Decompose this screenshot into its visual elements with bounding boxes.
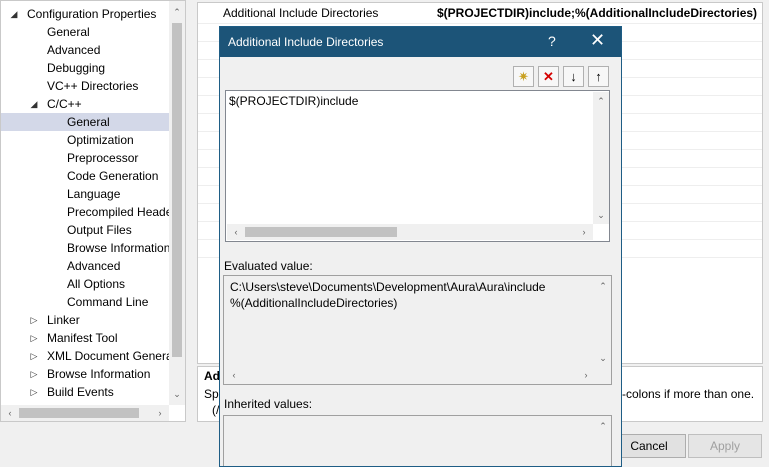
tree-item-label: Output Files <box>67 223 132 237</box>
inherited-values-label: Inherited values: <box>224 397 313 411</box>
scroll-left-icon[interactable]: ‹ <box>227 368 241 382</box>
tree-item[interactable]: Browse Information <box>1 239 171 257</box>
tree-item[interactable]: Advanced <box>1 257 169 275</box>
move-down-icon[interactable]: ↓ <box>563 66 584 87</box>
new-line-icon[interactable]: ✷ <box>513 66 534 87</box>
evaluated-line: %(AdditionalIncludeDirectories) <box>230 296 398 310</box>
scroll-up-icon[interactable]: ⌃ <box>170 5 184 19</box>
scroll-down-icon[interactable]: ⌄ <box>170 387 184 401</box>
cancel-button[interactable]: Cancel <box>612 434 686 458</box>
include-directories-editor[interactable]: $(PROJECTDIR)include ⌃ ⌄ ‹ › <box>225 90 610 242</box>
scroll-up-icon[interactable]: ⌃ <box>596 279 610 293</box>
tree-item-label: Precompiled Heade <box>67 205 173 219</box>
tree-item-label: Manifest Tool <box>47 331 118 345</box>
expand-arrow-icon[interactable]: ▷ <box>29 365 39 383</box>
tree-item[interactable]: General <box>1 23 169 41</box>
evaluated-horizontal-scrollbar[interactable]: ‹ › <box>225 367 595 383</box>
close-icon[interactable]: ✕ <box>590 30 605 51</box>
tree-item-label: Preprocessor <box>67 151 139 165</box>
tree-item[interactable]: ▷ Browse Information <box>1 365 169 383</box>
property-row[interactable]: Additional Include Directories $(PROJECT… <box>198 5 762 24</box>
tree-item-label: Build Events <box>47 385 114 399</box>
evaluated-value-label: Evaluated value: <box>224 259 313 273</box>
tree-vertical-scrollbar[interactable]: ⌃ ⌄ <box>169 1 185 405</box>
tree-item[interactable]: ▷ Manifest Tool <box>1 329 169 347</box>
inherited-values-box: ⌃ <box>223 415 612 466</box>
scroll-up-icon[interactable]: ⌃ <box>596 419 610 433</box>
tree-item[interactable]: Optimization <box>1 131 169 149</box>
dialog-title: Additional Include Directories <box>228 35 384 49</box>
tree-item[interactable]: ▷ XML Document Genera <box>1 347 173 365</box>
scroll-thumb[interactable] <box>172 23 182 357</box>
tree-item-label: General <box>47 25 90 39</box>
tree-item[interactable]: ◢ C/C++ <box>1 95 169 113</box>
evaluated-value-box: C:\Users\steve\Documents\Development\Aur… <box>223 275 612 385</box>
tree-horizontal-scrollbar[interactable]: ‹ › <box>1 405 169 421</box>
tree-item[interactable]: Language <box>1 185 169 203</box>
tree-item[interactable]: ▷ Linker <box>1 311 169 329</box>
tree-item[interactable]: VC++ Directories <box>1 77 169 95</box>
scroll-down-icon[interactable]: ⌄ <box>596 351 610 365</box>
tree-item-label: Optimization <box>67 133 134 147</box>
scroll-left-icon[interactable]: ‹ <box>229 225 243 239</box>
tree-item[interactable]: General <box>1 113 169 131</box>
tree-item[interactable]: All Options <box>1 275 169 293</box>
tree-item-label: Advanced <box>47 43 101 57</box>
tree-item-label: Language <box>67 187 121 201</box>
scroll-thumb[interactable] <box>19 408 139 418</box>
help-button[interactable]: ? <box>548 33 556 49</box>
tree-item[interactable]: Command Line <box>1 293 169 311</box>
tree-item[interactable]: Debugging <box>1 59 169 77</box>
scroll-right-icon[interactable]: › <box>579 368 593 382</box>
scroll-right-icon[interactable]: › <box>577 225 591 239</box>
dialog-title-bar[interactable]: Additional Include Directories ? ✕ <box>220 27 621 57</box>
expand-arrow-icon[interactable]: ▷ <box>29 329 39 347</box>
inherited-vertical-scrollbar[interactable]: ⌃ <box>595 417 611 466</box>
scroll-left-icon[interactable]: ‹ <box>3 406 17 420</box>
evaluated-vertical-scrollbar[interactable]: ⌃ ⌄ <box>595 277 611 367</box>
scroll-up-icon[interactable]: ⌃ <box>594 94 608 108</box>
additional-include-directories-dialog: Additional Include Directories ? ✕ ✷ ✕ ↓… <box>219 26 622 467</box>
editor-text[interactable]: $(PROJECTDIR)include <box>229 94 358 108</box>
tree-item-label: Browse Information <box>67 241 171 255</box>
collapse-arrow-icon[interactable]: ◢ <box>9 5 19 23</box>
tree-item[interactable]: Advanced <box>1 41 169 59</box>
tree-item-label: All Options <box>67 277 126 291</box>
property-tree[interactable]: ◢ Configuration Properties General Advanced… <box>0 0 186 422</box>
tree-item-label: VC++ Directories <box>47 79 139 93</box>
expand-arrow-icon[interactable]: ▷ <box>29 311 39 329</box>
tree-item-label: Advanced <box>67 259 121 273</box>
tree-item-label: General <box>67 115 110 129</box>
expand-arrow-icon[interactable]: ▷ <box>29 383 39 401</box>
evaluated-line: C:\Users\steve\Documents\Development\Aur… <box>230 280 546 294</box>
editor-horizontal-scrollbar[interactable]: ‹ › <box>227 224 593 240</box>
tree-item[interactable]: Output Files <box>1 221 169 239</box>
expand-arrow-icon[interactable]: ▷ <box>29 347 39 365</box>
move-up-icon[interactable]: ↑ <box>588 66 609 87</box>
scroll-right-icon[interactable]: › <box>153 406 167 420</box>
tree-item-label: Code Generation <box>67 169 159 183</box>
tree-item[interactable]: ▷ Build Events <box>1 383 169 401</box>
property-name: Additional Include Directories <box>223 6 379 20</box>
tree-item[interactable]: Code Generation <box>1 167 169 185</box>
tree-item-label: Debugging <box>47 61 106 75</box>
tree-item-label: Browse Information <box>47 367 151 381</box>
apply-button[interactable]: Apply <box>688 434 762 458</box>
tree-item-label: C/C++ <box>47 97 82 111</box>
tree-item[interactable]: ◢ Configuration Properties <box>1 5 169 23</box>
tree-item-label: XML Document Genera <box>47 349 173 363</box>
scroll-down-icon[interactable]: ⌄ <box>594 208 608 222</box>
property-value[interactable]: $(PROJECTDIR)include;%(AdditionalInclude… <box>437 6 757 20</box>
scroll-thumb[interactable] <box>245 227 397 237</box>
tree-item[interactable]: Precompiled Heade <box>1 203 173 221</box>
tree-item-label: Linker <box>47 313 80 327</box>
editor-vertical-scrollbar[interactable]: ⌃ ⌄ <box>593 92 609 224</box>
tree-item[interactable]: Preprocessor <box>1 149 169 167</box>
tree-item-label: Command Line <box>67 295 149 309</box>
collapse-arrow-icon[interactable]: ◢ <box>29 95 39 113</box>
delete-icon[interactable]: ✕ <box>538 66 559 87</box>
tree-item-label: Configuration Properties <box>27 7 157 21</box>
description-text-tail: -colons if more than one. <box>622 387 755 401</box>
